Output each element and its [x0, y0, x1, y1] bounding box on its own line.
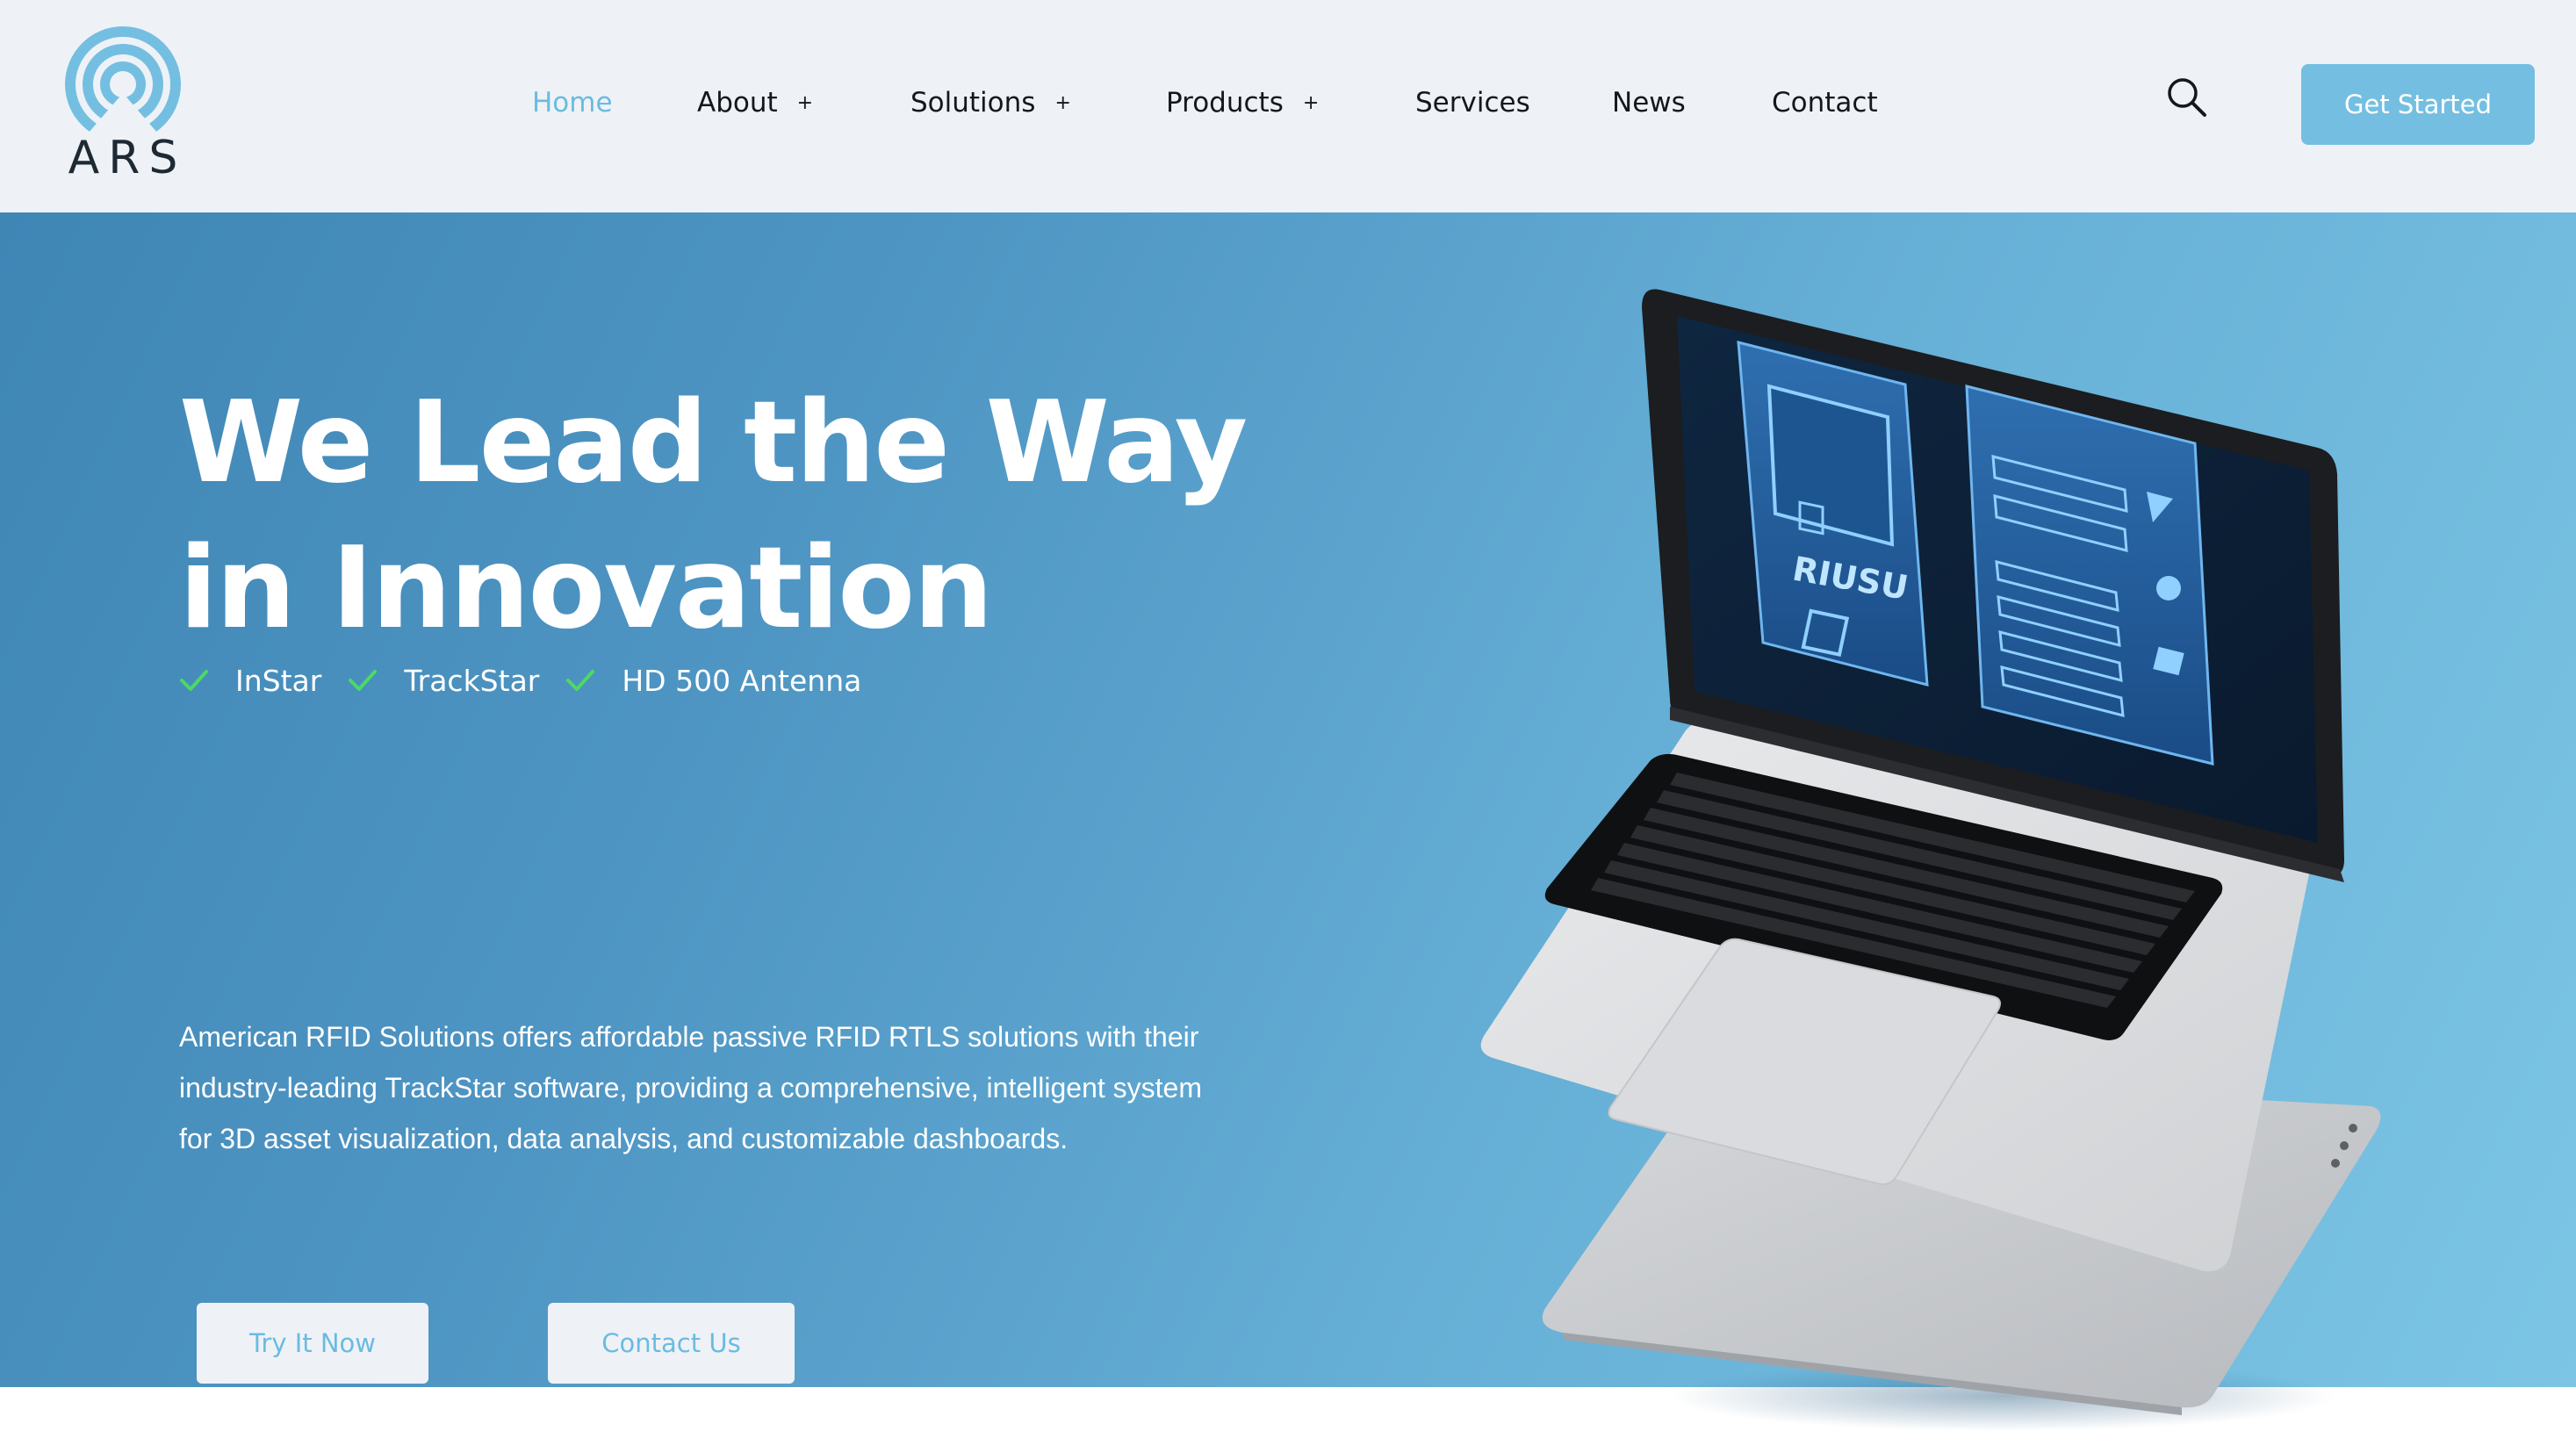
product-item-trackstar: TrackStar	[348, 664, 539, 698]
hero-title-line-1: We Lead the Way	[179, 378, 1248, 508]
nav-solutions[interactable]: Solutions +	[910, 81, 1071, 125]
hero-title: We Lead the Way in Innovation	[179, 370, 1320, 662]
ars-logo[interactable]: ARS	[58, 23, 188, 190]
nav-home[interactable]: Home	[532, 81, 613, 125]
product-label: InStar	[235, 663, 322, 698]
plus-icon: +	[1302, 92, 1320, 114]
nav-news-label: News	[1612, 87, 1686, 119]
logo-text: ARS	[68, 132, 187, 184]
try-it-now-button[interactable]: Try It Now	[197, 1303, 428, 1384]
get-started-button[interactable]: Get Started	[2301, 64, 2535, 145]
product-item-instar: InStar	[179, 664, 321, 698]
check-icon	[349, 670, 378, 691]
signal-logo-icon	[65, 26, 181, 137]
nav-contact-label: Contact	[1772, 87, 1878, 119]
nav-services[interactable]: Services	[1415, 81, 1530, 125]
hero-description: American RFID Solutions offers affordabl…	[179, 1021, 1202, 1154]
nav-services-label: Services	[1415, 87, 1530, 119]
nav-products[interactable]: Products +	[1166, 81, 1319, 125]
contact-us-button[interactable]: Contact Us	[548, 1303, 795, 1384]
plus-icon: +	[1054, 92, 1071, 114]
nav-products-label: Products	[1166, 87, 1284, 119]
search-icon[interactable]	[2165, 76, 2209, 119]
check-icon	[180, 670, 208, 691]
nav-news[interactable]: News	[1612, 81, 1686, 125]
product-label: TrackStar	[404, 663, 540, 698]
nav-contact[interactable]: Contact	[1772, 81, 1878, 125]
product-item-hd500: HD 500 Antenna	[565, 664, 861, 698]
nav-about-label: About	[697, 87, 778, 119]
hero-title-line-2: in Innovation	[179, 523, 993, 654]
plus-icon: +	[796, 92, 814, 114]
product-list: InStar TrackStar HD 500 Antenna	[179, 658, 888, 702]
check-icon	[566, 670, 595, 691]
nav-solutions-label: Solutions	[910, 87, 1036, 119]
site-header: ARS Home About + Solutions + Products + Ser…	[0, 0, 2576, 212]
product-label: HD 500 Antenna	[622, 663, 862, 698]
nav-home-label: Home	[532, 87, 613, 119]
nav-about[interactable]: About +	[697, 81, 813, 125]
laptop-illustration: RIUSU	[1480, 289, 2381, 1431]
